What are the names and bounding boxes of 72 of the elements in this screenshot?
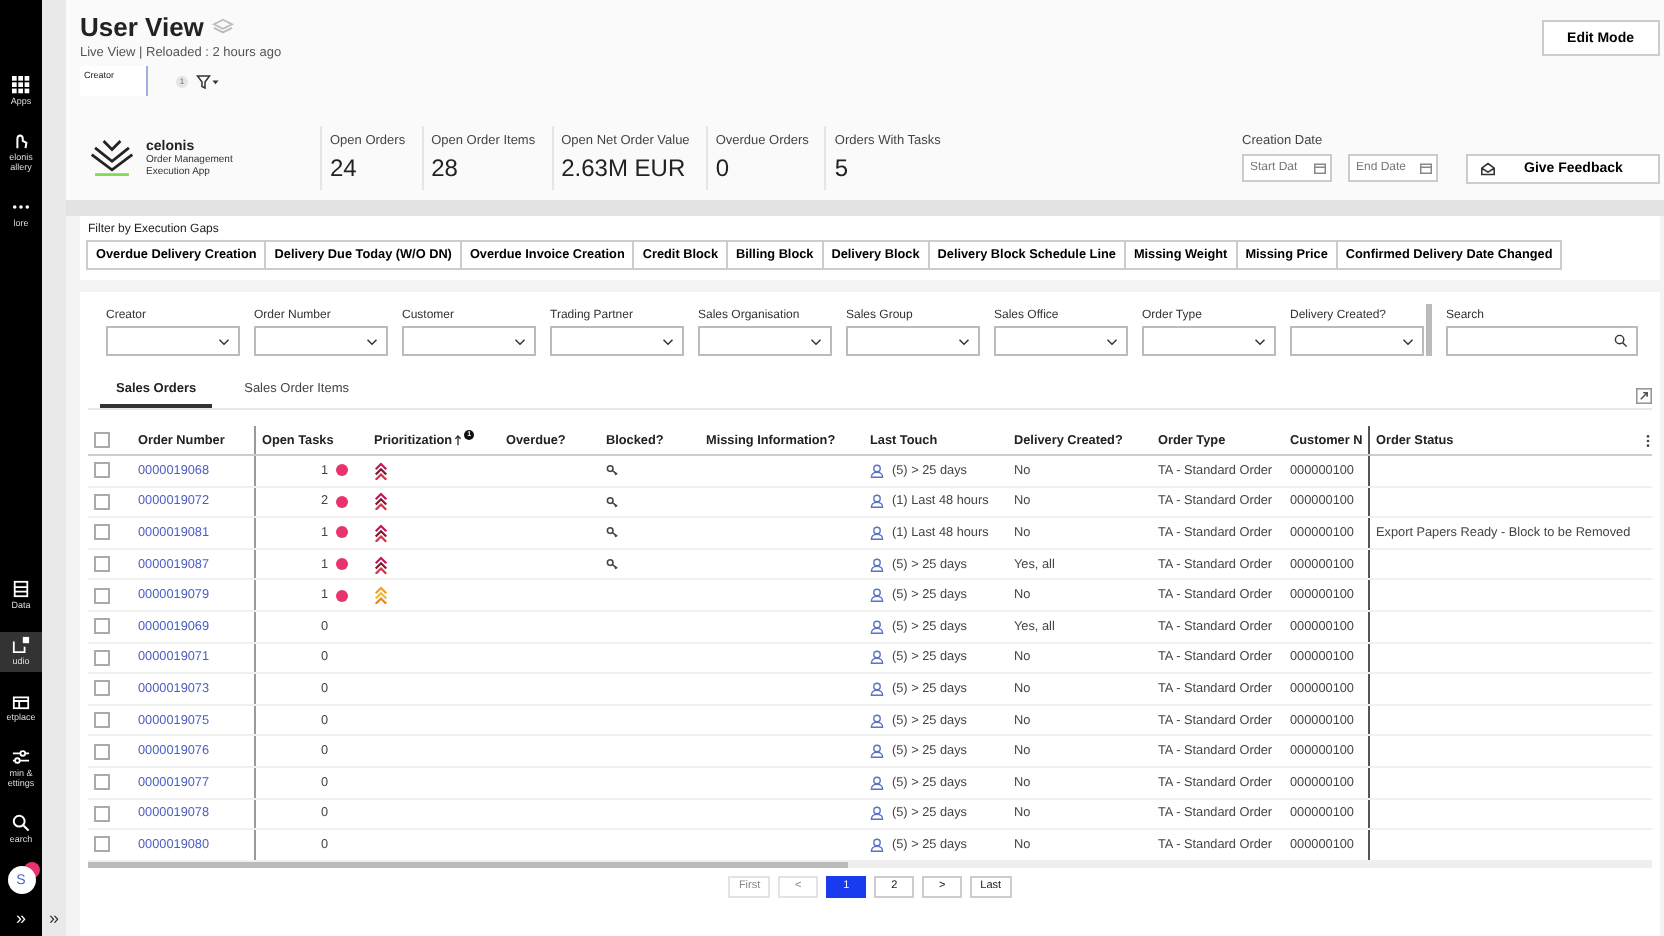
kpi-value: 28: [431, 154, 460, 182]
select-all-checkbox[interactable]: [94, 432, 110, 448]
chevron-down-icon: [218, 337, 230, 345]
scrollbar[interactable]: [1426, 304, 1432, 356]
row-checkbox[interactable]: [94, 493, 110, 510]
sort-icon[interactable]: [454, 434, 463, 446]
filter-dropdown[interactable]: [1290, 326, 1424, 356]
person-icon: [870, 775, 884, 790]
search-field[interactable]: [1446, 326, 1638, 356]
person-icon: [870, 837, 884, 852]
row-checkbox[interactable]: [94, 618, 110, 635]
person-icon: [870, 494, 884, 509]
row-checkbox[interactable]: [94, 462, 110, 479]
store-icon: [12, 692, 30, 711]
grid-icon: [12, 76, 30, 94]
filter-dropdown[interactable]: [698, 326, 832, 356]
row-checkbox[interactable]: [94, 524, 110, 541]
data-icon: [12, 580, 30, 599]
search-icon: [1614, 334, 1628, 348]
row-checkbox[interactable]: [94, 712, 110, 729]
chevron-down-icon: [662, 337, 674, 345]
person-icon: [870, 806, 884, 821]
envelope-icon: [1480, 161, 1496, 175]
scrollbar[interactable]: [88, 861, 848, 868]
person-icon: [870, 525, 884, 540]
filter-icon[interactable]: [196, 73, 220, 89]
person-icon: [870, 619, 884, 634]
chevron-down-icon: [366, 337, 378, 345]
search-icon: [12, 814, 30, 833]
sliders-icon: [12, 748, 30, 767]
chevron-down-icon: [1106, 337, 1118, 345]
chevron-down-icon: [958, 337, 970, 345]
filter-dropdown[interactable]: [106, 326, 240, 356]
person-icon: [870, 650, 884, 665]
row-checkbox[interactable]: [94, 649, 110, 666]
kpi-value: 2.63M EUR: [561, 154, 688, 182]
filter-dropdown[interactable]: [846, 326, 980, 356]
row-checkbox[interactable]: [94, 805, 110, 822]
row-checkbox[interactable]: [94, 587, 110, 604]
person-icon: [870, 681, 884, 696]
row-checkbox[interactable]: [94, 774, 110, 791]
studio-icon: [12, 636, 30, 655]
person-icon: [870, 463, 884, 478]
person-icon: [870, 744, 884, 759]
row-checkbox[interactable]: [94, 680, 110, 697]
person-icon: [870, 588, 884, 603]
person-icon: [870, 557, 884, 572]
kpi-value: 5: [834, 154, 851, 182]
calendar-icon[interactable]: [1314, 162, 1326, 174]
page-title: User View: [80, 12, 204, 42]
row-checkbox[interactable]: [94, 556, 110, 573]
logo-icon: [90, 138, 134, 178]
person-icon: [870, 713, 884, 728]
calendar-icon[interactable]: [1420, 162, 1432, 174]
filter-dropdown[interactable]: [254, 326, 388, 356]
chevron-down-icon: [810, 337, 822, 345]
expand-toggle[interactable]: »: [48, 910, 59, 928]
collapse-toggle[interactable]: »: [15, 910, 26, 928]
row-checkbox[interactable]: [94, 743, 110, 760]
chevron-down-icon: [1254, 337, 1266, 345]
row-checkbox[interactable]: [94, 836, 110, 853]
filter-dropdown[interactable]: [550, 326, 684, 356]
expand-icon[interactable]: [1636, 388, 1652, 404]
chevron-down-icon: [514, 337, 526, 345]
hand-icon: [12, 131, 30, 150]
chevron-down-icon: [1402, 337, 1414, 345]
layers-icon: [211, 18, 234, 36]
filter-dropdown[interactable]: [994, 326, 1128, 356]
filter-dropdown[interactable]: [1142, 326, 1276, 356]
kpi-value: 0: [715, 154, 731, 182]
filter-dropdown[interactable]: [402, 326, 536, 356]
kpi-value: 24: [330, 154, 359, 182]
